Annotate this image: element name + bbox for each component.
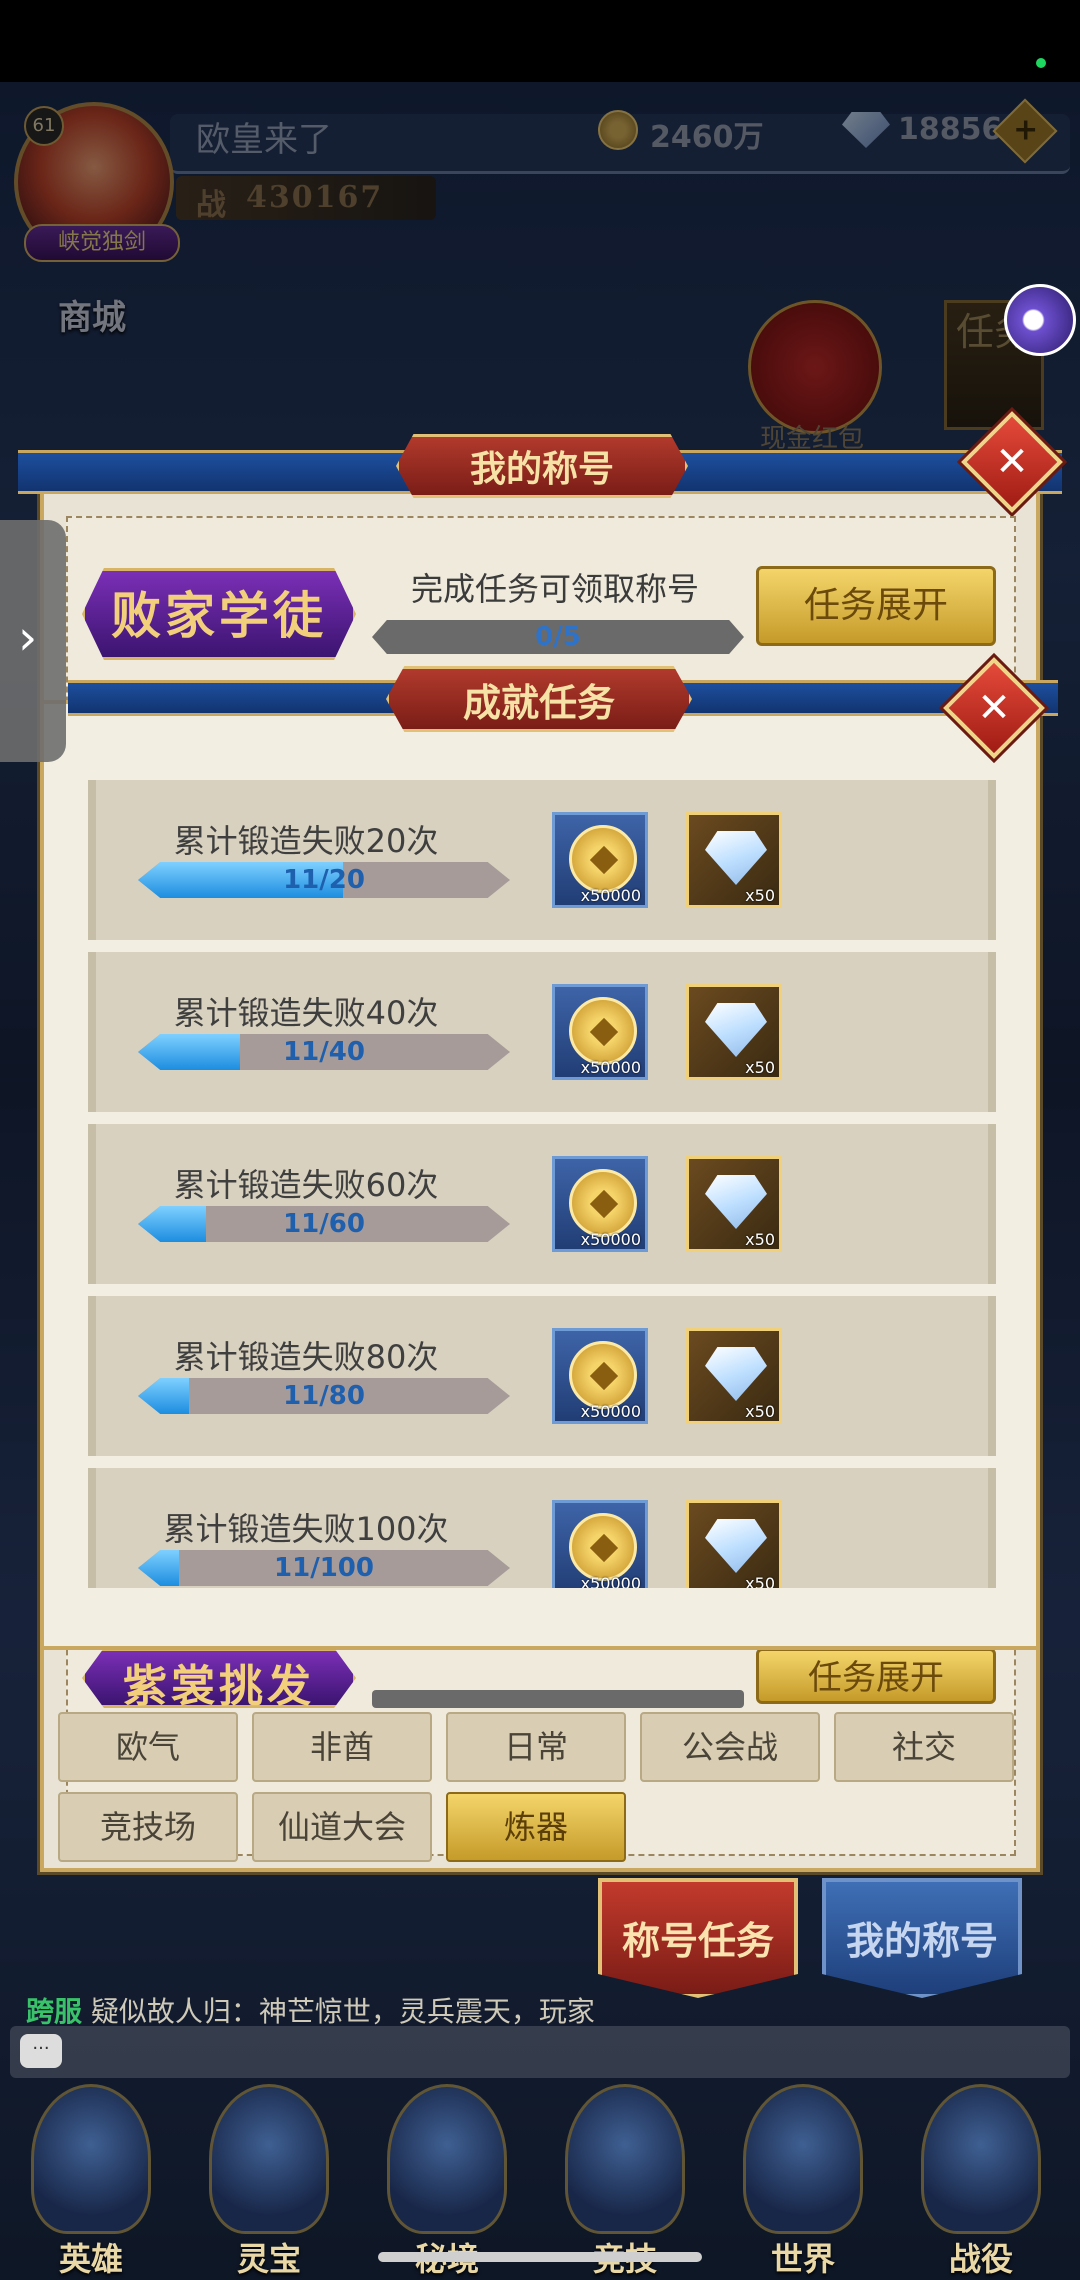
secret-realm-icon <box>387 2084 507 2234</box>
category-tab-daily[interactable]: 日常 <box>446 1712 626 1782</box>
gold-coin-icon <box>569 1513 637 1581</box>
title-badge-text: 败家学徒 <box>111 586 327 645</box>
task-progress-text: 11/60 <box>283 1209 365 1239</box>
reward-gold[interactable]: x50000 <box>552 1328 648 1424</box>
gold-coin-icon <box>569 825 637 893</box>
reward-quantity: x50000 <box>580 886 641 905</box>
close-icon: ✕ <box>995 439 1029 485</box>
side-drawer-handle[interactable]: › <box>0 520 66 762</box>
nav-label: 英雄 <box>58 2240 123 2278</box>
reward-diamond[interactable]: x50 <box>686 1156 782 1252</box>
task-name: 累计锻造失败100次 <box>163 1510 449 1548</box>
chat-channel-tag: 跨服 <box>26 1995 83 2028</box>
task-progress-bar: 11/60 <box>138 1206 510 1242</box>
gold-coin-icon <box>569 1169 637 1237</box>
task-name: 累计锻造失败60次 <box>173 1166 439 1204</box>
nav-hero[interactable]: 英雄 <box>16 2084 166 2280</box>
treasure-icon <box>209 2084 329 2234</box>
category-tab-ouqi[interactable]: 欧气 <box>58 1712 238 1782</box>
diamond-icon <box>705 1519 767 1573</box>
task-row: 累计锻造失败20次 11/20 x50000 x50 <box>88 780 996 940</box>
home-indicator[interactable] <box>378 2252 702 2262</box>
status-bar <box>0 0 1080 82</box>
title-task-description: 完成任务可领取称号 <box>410 570 699 608</box>
close-icon: ✕ <box>977 685 1011 731</box>
task-row: 累计锻造失败80次 11/80 x50000 x50 <box>88 1296 996 1456</box>
task-name: 累计锻造失败80次 <box>173 1338 439 1376</box>
chat-message: 跨服 疑似故人归：神芒惊世，灵兵震天，玩家 <box>26 1990 726 2030</box>
task-progress-text: 11/80 <box>283 1381 365 1411</box>
task-name: 累计锻造失败40次 <box>173 994 439 1032</box>
title-progress-text: 0/5 <box>535 622 581 652</box>
chat-text: 疑似故人归：神芒惊世，灵兵震天，玩家 <box>90 1995 595 2028</box>
task-progress-bar: 11/40 <box>138 1034 510 1070</box>
reward-gold[interactable]: x50000 <box>552 1156 648 1252</box>
reward-diamond[interactable]: x50 <box>686 984 782 1080</box>
reward-quantity: x50 <box>745 1230 775 1249</box>
category-tab-social[interactable]: 社交 <box>834 1712 1014 1782</box>
camera-indicator-icon <box>1036 58 1046 68</box>
reward-quantity: x50000 <box>580 1230 641 1249</box>
hero-icon <box>31 2084 151 2234</box>
task-expand-button-2[interactable]: 任务展开 <box>756 1648 996 1704</box>
my-title-tab-label: 我的称号 <box>845 1919 998 1963</box>
task-progress-bar: 11/100 <box>138 1550 510 1586</box>
diamond-icon <box>705 831 767 885</box>
category-tab-refining[interactable]: 炼器 <box>446 1792 626 1862</box>
competition-icon <box>565 2084 685 2234</box>
reward-diamond[interactable]: x50 <box>686 1328 782 1424</box>
task-name: 累计锻造失败20次 <box>173 822 439 860</box>
diamond-icon <box>705 1003 767 1057</box>
title-badge-2-text: 紫裳挑发 <box>123 1661 315 1712</box>
title-progress-bar-2 <box>372 1690 744 1708</box>
floating-assistant-icon[interactable] <box>1004 284 1076 356</box>
task-row: 累计锻造失败100次 11/100 x50000 x50 <box>88 1468 996 1588</box>
task-row: 累计锻造失败40次 11/40 x50000 x50 <box>88 952 996 1112</box>
nav-label: 战役 <box>948 2240 1013 2278</box>
nav-treasure[interactable]: 灵宝 <box>194 2084 344 2280</box>
reward-gold[interactable]: x50000 <box>552 1500 648 1588</box>
reward-gold[interactable]: x50000 <box>552 812 648 908</box>
nav-label: 世界 <box>770 2240 835 2278</box>
task-progress-text: 11/20 <box>283 865 365 895</box>
chat-input-bar[interactable] <box>10 2026 1070 2078</box>
diamond-icon <box>705 1347 767 1401</box>
reward-quantity: x50 <box>745 1402 775 1421</box>
achievement-heading: 成就任务 <box>462 680 615 725</box>
campaign-icon <box>921 2084 1041 2234</box>
reward-quantity: x50 <box>745 1058 775 1077</box>
task-progress-text: 11/40 <box>283 1037 365 1067</box>
reward-diamond[interactable]: x50 <box>686 812 782 908</box>
chevron-right-icon: › <box>18 610 38 666</box>
reward-diamond[interactable]: x50 <box>686 1500 782 1588</box>
task-progress-text: 11/100 <box>274 1553 374 1583</box>
world-icon <box>743 2084 863 2234</box>
task-expand-button[interactable]: 任务展开 <box>756 566 996 646</box>
reward-quantity: x50 <box>745 886 775 905</box>
nav-campaign[interactable]: 战役 <box>906 2084 1056 2280</box>
nav-secret-realm[interactable]: 秘境 <box>372 2084 522 2280</box>
gold-coin-icon <box>569 997 637 1065</box>
my-title-heading: 我的称号 <box>469 448 614 490</box>
task-progress-bar: 11/80 <box>138 1378 510 1414</box>
chat-bubble-icon[interactable]: ··· <box>20 2034 62 2068</box>
nav-label: 灵宝 <box>236 2240 301 2278</box>
reward-quantity: x50000 <box>580 1574 641 1588</box>
reward-gold[interactable]: x50000 <box>552 984 648 1080</box>
reward-quantity: x50000 <box>580 1058 641 1077</box>
achievement-task-list[interactable]: 累计锻造失败20次 11/20 x50000 x50 累计锻造失败40次 11/… <box>88 780 996 1588</box>
reward-quantity: x50 <box>745 1574 775 1588</box>
nav-competition[interactable]: 竞技 <box>550 2084 700 2280</box>
task-progress-bar: 11/20 <box>138 862 510 898</box>
category-tab-guild-war[interactable]: 公会战 <box>640 1712 820 1782</box>
category-tab-arena[interactable]: 竞技场 <box>58 1792 238 1862</box>
task-row: 累计锻造失败60次 11/60 x50000 x50 <box>88 1124 996 1284</box>
category-tab-immortal-conference[interactable]: 仙道大会 <box>252 1792 432 1862</box>
title-task-tab-label: 称号任务 <box>621 1919 774 1963</box>
category-tab-feiqiu[interactable]: 非酋 <box>252 1712 432 1782</box>
gold-coin-icon <box>569 1341 637 1409</box>
nav-world[interactable]: 世界 <box>728 2084 878 2280</box>
reward-quantity: x50000 <box>580 1402 641 1421</box>
diamond-icon <box>705 1175 767 1229</box>
